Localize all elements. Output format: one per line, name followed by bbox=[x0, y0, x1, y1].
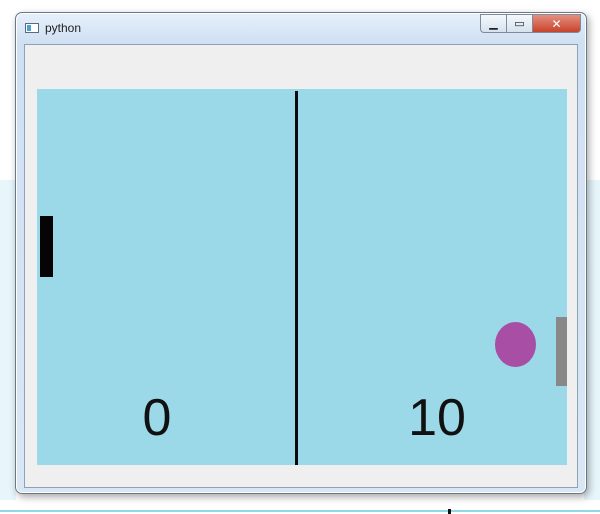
right-paddle[interactable] bbox=[556, 317, 567, 386]
right-score: 10 bbox=[408, 389, 466, 447]
window-titlebar[interactable]: python ▁ ▭ ✕ bbox=[16, 13, 586, 43]
close-button[interactable]: ✕ bbox=[532, 14, 581, 33]
maximize-icon: ▭ bbox=[514, 17, 525, 30]
left-score: 0 bbox=[142, 389, 172, 447]
close-icon: ✕ bbox=[551, 16, 562, 31]
center-net bbox=[295, 91, 298, 465]
maximize-button[interactable]: ▭ bbox=[506, 14, 532, 33]
minimize-icon: ▁ bbox=[489, 17, 498, 30]
pong-game-canvas[interactable]: 0 10 bbox=[37, 89, 567, 465]
desktop-background-left bbox=[0, 180, 16, 500]
mouse-pointer-icon bbox=[448, 509, 451, 514]
ball bbox=[495, 322, 536, 367]
desktop-bottom-edge bbox=[0, 510, 600, 512]
left-paddle[interactable] bbox=[40, 216, 53, 277]
window-title: python bbox=[45, 21, 82, 35]
window-app-icon bbox=[25, 23, 39, 33]
window-caption-buttons: ▁ ▭ ✕ bbox=[480, 14, 581, 33]
minimize-button[interactable]: ▁ bbox=[480, 14, 506, 33]
